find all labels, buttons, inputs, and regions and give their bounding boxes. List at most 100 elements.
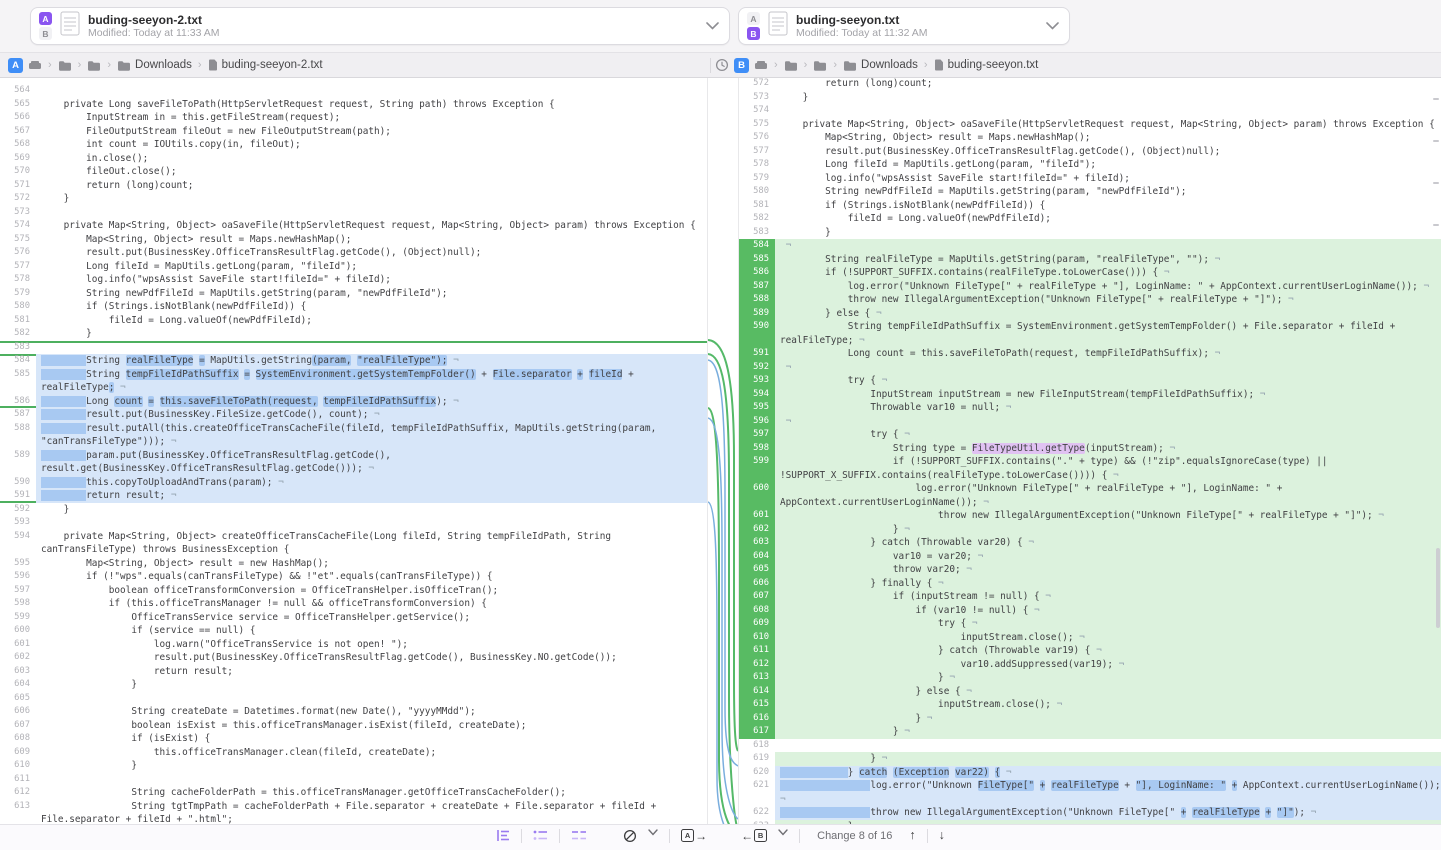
code-line[interactable]: 581 if (Strings.isNotBlank(newPdfFileId)… <box>739 199 1441 213</box>
code-line[interactable]: 613 String tgtTmpPath = cacheFolderPath … <box>0 800 707 825</box>
code-line[interactable]: 584 String realFileType = MapUtils.getSt… <box>0 354 707 368</box>
code-line[interactable]: 577 Long fileId = MapUtils.getLong(param… <box>0 260 707 274</box>
copy-b-to-a-button[interactable]: ←B <box>740 829 767 842</box>
code-line[interactable]: 597 boolean officeTransformConversion = … <box>0 584 707 598</box>
code-line[interactable]: 620 } catch (Exception var22) { ¬ <box>739 766 1441 780</box>
code-line[interactable]: 588 throw new IllegalArgumentException("… <box>739 293 1441 307</box>
code-line[interactable]: 601 log.warn("OfficeTransService is not … <box>0 638 707 652</box>
code-line[interactable]: 575 Map<String, Object> result = Maps.ne… <box>0 233 707 247</box>
right-code-pane[interactable]: 572 return (long)count;573 }574575 priva… <box>738 78 1441 824</box>
code-line[interactable]: 592 ¬ <box>739 361 1441 375</box>
code-line[interactable]: 578 log.info("wpsAssist SaveFile start!f… <box>0 273 707 287</box>
file-card-a[interactable]: A B buding-seeyon-2.txt Modified: Today … <box>30 7 730 45</box>
code-line[interactable]: 570 fileOut.close(); <box>0 165 707 179</box>
breadcrumb-item[interactable] <box>58 60 72 71</box>
code-line[interactable]: 593 <box>0 516 707 530</box>
code-line[interactable]: 603 return result; <box>0 665 707 679</box>
code-line[interactable]: 589 param.put(BusinessKey.OfficeTransRes… <box>0 449 707 476</box>
code-line[interactable]: 601 throw new IllegalArgumentException("… <box>739 509 1441 523</box>
code-line[interactable]: 573 <box>0 206 707 220</box>
code-line[interactable]: 568 int count = IOUtils.copy(in, fileOut… <box>0 138 707 152</box>
chevron-down-icon[interactable] <box>706 22 719 30</box>
code-line[interactable]: 583 } <box>739 226 1441 240</box>
code-line[interactable]: 589 } else { ¬ <box>739 307 1441 321</box>
code-line[interactable]: 607 boolean isExist = this.officeTransMa… <box>0 719 707 733</box>
change-marker-tick[interactable] <box>1433 98 1439 100</box>
change-marker-tick[interactable] <box>1433 224 1439 226</box>
code-line[interactable]: 585 String tempFileIdPathSuffix = System… <box>0 368 707 395</box>
code-line[interactable]: 581 fileId = Long.valueOf(newPdfFileId); <box>0 314 707 328</box>
code-line[interactable]: 610 inputStream.close(); ¬ <box>739 631 1441 645</box>
code-line[interactable]: 613 } ¬ <box>739 671 1441 685</box>
text-layout-icon[interactable] <box>496 829 510 842</box>
code-line[interactable]: 579 String newPdfFileId = MapUtils.getSt… <box>0 287 707 301</box>
code-line[interactable]: 605 <box>0 692 707 706</box>
code-line[interactable]: 612 String cacheFolderPath = this.office… <box>0 786 707 800</box>
code-line[interactable]: 591 return result; ¬ <box>0 489 707 503</box>
code-line[interactable]: 569 in.close(); <box>0 152 707 166</box>
code-line[interactable]: 600 log.error("Unknown FileType[" + real… <box>739 482 1441 509</box>
breadcrumb-item[interactable]: Downloads <box>843 59 918 71</box>
code-line[interactable]: 599 if (!SUPPORT_SUFFIX.contains("." + t… <box>739 455 1441 482</box>
code-line[interactable]: 602 result.put(BusinessKey.OfficeTransRe… <box>0 651 707 665</box>
code-line[interactable]: 572 return (long)count; <box>739 78 1441 91</box>
code-line[interactable]: 566 InputStream in = this.getFileStream(… <box>0 111 707 125</box>
code-line[interactable]: 577 result.put(BusinessKey.OfficeTransRe… <box>739 145 1441 159</box>
code-line[interactable]: 572 } <box>0 192 707 206</box>
breadcrumb-item[interactable] <box>813 60 827 71</box>
code-line[interactable]: 585 String realFileType = MapUtils.getSt… <box>739 253 1441 267</box>
breadcrumb-item[interactable] <box>87 60 101 71</box>
breadcrumb-item[interactable] <box>754 60 768 71</box>
code-line[interactable]: 609 this.officeTransManager.clean(fileId… <box>0 746 707 760</box>
code-line[interactable]: 587 result.put(BusinessKey.FileSize.getC… <box>0 408 707 422</box>
code-line[interactable]: 604 } <box>0 678 707 692</box>
breadcrumb-item[interactable]: Downloads <box>117 59 192 71</box>
previous-change-button[interactable]: ↑ <box>909 829 915 842</box>
code-line[interactable]: 597 try { ¬ <box>739 428 1441 442</box>
code-line[interactable]: 580 String newPdfFileId = MapUtils.getSt… <box>739 185 1441 199</box>
code-line[interactable]: 621 log.error("Unknown FileType[" + real… <box>739 779 1441 806</box>
code-line[interactable]: 598 if (this.officeTransManager != null … <box>0 597 707 611</box>
code-line[interactable]: 618 <box>739 739 1441 753</box>
chevron-down-icon[interactable] <box>648 829 658 836</box>
breadcrumb-item[interactable]: buding-seeyon-2.txt <box>208 59 323 71</box>
code-line[interactable]: 591 Long count = this.saveFileToPath(req… <box>739 347 1441 361</box>
code-line[interactable]: 596 ¬ <box>739 415 1441 429</box>
code-line[interactable]: 586 if (!SUPPORT_SUFFIX.contains(realFil… <box>739 266 1441 280</box>
code-line[interactable]: 592 } <box>0 503 707 517</box>
left-code-pane[interactable]: 564565 private Long saveFileToPath(HttpS… <box>0 78 708 824</box>
code-line[interactable]: 590 String tempFileIdPathSuffix = System… <box>739 320 1441 347</box>
code-line[interactable]: 623 } ¬ <box>739 820 1441 825</box>
next-change-button[interactable]: ↓ <box>939 829 945 842</box>
code-line[interactable]: 564 <box>0 84 707 98</box>
code-line[interactable]: 608 if (var10 != null) { ¬ <box>739 604 1441 618</box>
code-line[interactable]: 593 try { ¬ <box>739 374 1441 388</box>
code-line[interactable]: 594 InputStream inputStream = new FileIn… <box>739 388 1441 402</box>
code-line[interactable]: 610 } <box>0 759 707 773</box>
copy-a-to-b-button[interactable]: A→ <box>681 829 708 842</box>
unified-layout-icon[interactable] <box>533 829 548 842</box>
code-line[interactable]: 586 Long count = this.saveFileToPath(req… <box>0 395 707 409</box>
code-line[interactable]: 582 } <box>0 327 707 341</box>
code-line[interactable]: 619 } ¬ <box>739 752 1441 766</box>
code-line[interactable]: 590 this.copyToUploadAndTrans(param); ¬ <box>0 476 707 490</box>
code-line[interactable]: 609 try { ¬ <box>739 617 1441 631</box>
code-line[interactable]: 598 String type = FileTypeUtil.getType(i… <box>739 442 1441 456</box>
code-line[interactable]: 587 log.error("Unknown FileType[" + real… <box>739 280 1441 294</box>
code-line[interactable]: 606 String createDate = Datetimes.format… <box>0 705 707 719</box>
code-line[interactable]: 588 result.putAll(this.createOfficeTrans… <box>0 422 707 449</box>
code-line[interactable]: 567 FileOutputStream fileOut = new FileO… <box>0 125 707 139</box>
chevron-down-icon[interactable] <box>778 829 788 836</box>
code-line[interactable]: 607 if (inputStream != null) { ¬ <box>739 590 1441 604</box>
code-line[interactable]: 580 if (Strings.isNotBlank(newPdfFileId)… <box>0 300 707 314</box>
code-line[interactable]: 573 } <box>739 91 1441 105</box>
code-line[interactable]: 604 var10 = var20; ¬ <box>739 550 1441 564</box>
code-line[interactable]: 599 OfficeTransService service = OfficeT… <box>0 611 707 625</box>
code-line[interactable]: 606 } finally { ¬ <box>739 577 1441 591</box>
history-icon[interactable] <box>715 58 729 72</box>
code-line[interactable]: 594 private Map<String, Object> createOf… <box>0 530 707 557</box>
code-line[interactable]: 575 private Map<String, Object> oaSaveFi… <box>739 118 1441 132</box>
breadcrumb-item[interactable] <box>28 60 42 71</box>
code-line[interactable]: 611 } catch (Throwable var19) { ¬ <box>739 644 1441 658</box>
code-line[interactable]: 576 result.put(BusinessKey.OfficeTransRe… <box>0 246 707 260</box>
